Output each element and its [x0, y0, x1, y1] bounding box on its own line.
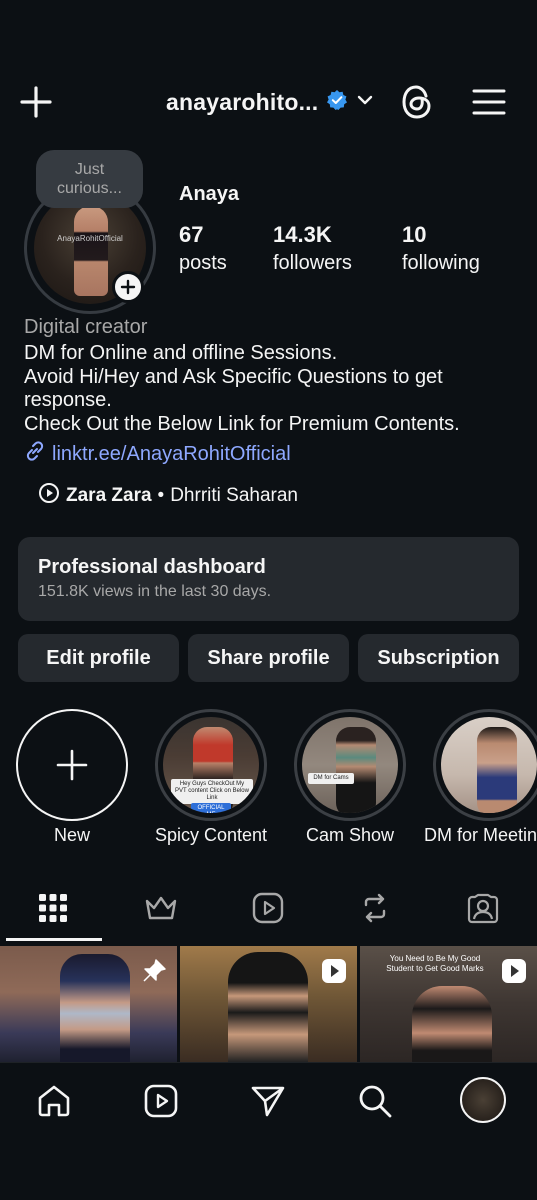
- stat-label: following: [402, 252, 480, 274]
- account-switcher[interactable]: anayarohito...: [166, 86, 374, 118]
- send-icon: [251, 1086, 285, 1117]
- highlight-cover-caption: Hey Guys CheckOut My PVT content Click o…: [171, 779, 253, 804]
- dashboard-title: Professional dashboard: [38, 556, 266, 578]
- highlight-cam-show[interactable]: DM for Cams Cam Show: [294, 709, 406, 846]
- tab-tagged[interactable]: [463, 888, 503, 928]
- home-icon: [38, 1085, 70, 1117]
- search-icon: [359, 1085, 392, 1118]
- crown-icon: [145, 896, 177, 920]
- new-highlight-ring: [16, 709, 128, 821]
- subscription-button[interactable]: Subscription: [358, 634, 519, 682]
- avatar-watermark: AnayaRohitOfficial: [57, 234, 123, 243]
- username: anayarohito...: [166, 88, 319, 115]
- bio-line: Avoid Hi/Hey and Ask Specific Questions …: [24, 365, 443, 412]
- stat-posts[interactable]: 67 posts: [179, 222, 227, 278]
- nav-home[interactable]: [34, 1081, 74, 1121]
- nav-messages[interactable]: [248, 1081, 288, 1121]
- grid-post[interactable]: [180, 946, 357, 1062]
- stat-label: posts: [179, 252, 227, 274]
- nav-search[interactable]: [355, 1081, 395, 1121]
- stat-label: followers: [273, 252, 352, 274]
- tab-reposts[interactable]: [355, 888, 395, 928]
- menu-icon[interactable]: [470, 84, 508, 120]
- highlight-label: Spicy Content: [155, 825, 268, 845]
- add-story-icon[interactable]: [112, 271, 144, 303]
- tab-grid[interactable]: [33, 888, 73, 928]
- link-icon: [24, 440, 46, 468]
- share-profile-button[interactable]: Share profile: [188, 634, 349, 682]
- music-artist: Dhrriti Saharan: [170, 485, 298, 506]
- bio: DM for Online and offline Sessions. Avoi…: [24, 342, 519, 436]
- chevron-down-icon[interactable]: [356, 91, 374, 114]
- tab-reels[interactable]: [248, 888, 288, 928]
- dashboard-subtitle: 151.8K views in the last 30 days.: [38, 583, 272, 600]
- create-icon[interactable]: [18, 84, 54, 120]
- bottom-nav: [0, 1062, 537, 1136]
- highlight-dm-for-meeting[interactable]: DM for Meetin: [424, 709, 537, 846]
- stat-followers[interactable]: 14.3K followers: [273, 222, 352, 278]
- tagged-user-icon: [467, 893, 499, 924]
- music-song: Zara Zara: [66, 485, 152, 506]
- reels-icon: [252, 892, 284, 924]
- profile-music[interactable]: Zara Zara • Dhrriti Saharan: [38, 482, 298, 510]
- grid-post[interactable]: [0, 946, 177, 1062]
- highlight-cover-caption: OFFICIAL ME: [191, 803, 231, 813]
- category-label: Digital creator: [24, 316, 148, 338]
- highlight-new[interactable]: New: [16, 709, 128, 846]
- grid-icon: [39, 894, 67, 922]
- post-overlay-text: You Need to Be My Good Student to Get Go…: [386, 954, 484, 973]
- bio-line: DM for Online and offline Sessions.: [24, 342, 338, 364]
- note-bubble[interactable]: Just curious...: [36, 150, 143, 208]
- profile-tabs: [0, 880, 537, 940]
- stat-value: 10: [402, 222, 427, 247]
- stat-following[interactable]: 10 following: [402, 222, 480, 278]
- highlight-cover: [441, 717, 537, 813]
- active-tab-indicator: [6, 938, 102, 941]
- stat-value: 67: [179, 222, 204, 247]
- display-name: Anaya: [179, 183, 240, 205]
- verified-badge-icon: [326, 89, 348, 116]
- stat-value: 14.3K: [273, 222, 332, 247]
- repost-icon: [364, 893, 386, 923]
- highlight-cover: DM for Cams: [302, 717, 398, 813]
- highlight-cover-caption: DM for Cams: [308, 773, 354, 784]
- reels-icon: [144, 1084, 178, 1118]
- nav-profile-avatar[interactable]: [460, 1077, 506, 1123]
- highlight-cover: Hey Guys CheckOut My PVT content Click o…: [163, 717, 259, 813]
- reel-badge-icon: [501, 958, 527, 984]
- threads-icon[interactable]: [400, 84, 434, 120]
- bio-link-text: linktr.ee/AnayaRohitOfficial: [52, 442, 291, 465]
- system-gesture-area: [0, 1136, 537, 1200]
- reel-badge-icon: [321, 958, 347, 984]
- edit-profile-button[interactable]: Edit profile: [18, 634, 179, 682]
- highlight-label: DM for Meetin: [424, 825, 537, 845]
- bio-link[interactable]: linktr.ee/AnayaRohitOfficial: [24, 440, 291, 468]
- play-circle-icon: [38, 482, 60, 510]
- highlight-label: New: [53, 825, 90, 845]
- bio-line: Check Out the Below Link for Premium Con…: [24, 412, 460, 435]
- pin-icon: [141, 958, 167, 984]
- nav-reels[interactable]: [141, 1081, 181, 1121]
- plus-icon: [56, 749, 88, 781]
- professional-dashboard[interactable]: Professional dashboard 151.8K views in t…: [18, 537, 519, 621]
- grid-post[interactable]: You Need to Be My Good Student to Get Go…: [360, 946, 537, 1062]
- note-text: Just curious...: [57, 161, 122, 197]
- highlight-label: Cam Show: [305, 825, 395, 845]
- music-separator: •: [157, 485, 165, 506]
- post-grid: You Need to Be My Good Student to Get Go…: [0, 946, 537, 1062]
- tab-subscriber-content[interactable]: [141, 888, 181, 928]
- highlight-spicy-content[interactable]: Hey Guys CheckOut My PVT content Click o…: [155, 709, 267, 846]
